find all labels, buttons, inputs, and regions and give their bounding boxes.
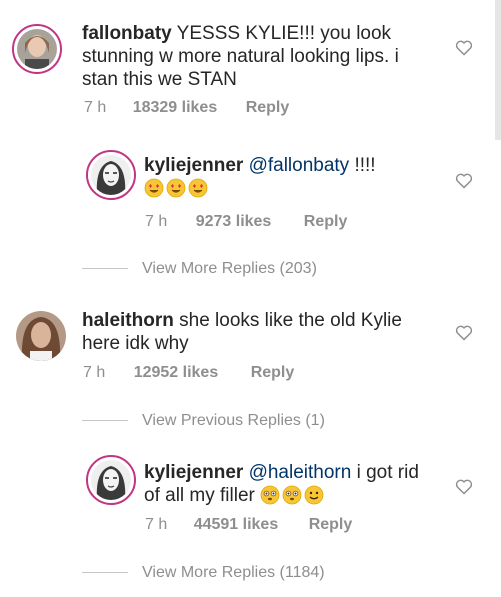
reply-button[interactable]: Reply xyxy=(309,516,353,534)
timestamp: 7 h xyxy=(145,516,168,533)
like-count[interactable]: 44591 likes xyxy=(194,516,279,534)
avatar[interactable] xyxy=(86,455,136,505)
heart-icon[interactable] xyxy=(455,173,473,189)
heart-eyes-emoji-icon xyxy=(144,178,164,198)
user-photo xyxy=(91,460,131,500)
heart-icon[interactable] xyxy=(455,40,473,56)
thread-divider xyxy=(82,420,128,422)
slight-smile-emoji-icon xyxy=(304,485,324,505)
flushed-emoji-icon xyxy=(260,485,280,505)
timestamp: 7 h xyxy=(145,213,168,230)
reply-button[interactable]: Reply xyxy=(251,364,295,382)
user-photo xyxy=(17,29,57,69)
username[interactable]: haleithorn xyxy=(82,310,174,331)
view-more-replies-label: View More Replies (203) xyxy=(142,260,317,277)
thread-divider xyxy=(82,268,128,270)
scrollbar[interactable] xyxy=(495,0,501,140)
heart-eyes-emoji-icon xyxy=(166,178,186,198)
username[interactable]: kyliejenner xyxy=(144,155,243,176)
avatar[interactable] xyxy=(16,311,66,361)
thread-divider xyxy=(82,572,128,574)
like-count[interactable]: 12952 likes xyxy=(134,364,219,382)
comment-body: kyliejenner @fallonbaty !!!! xyxy=(144,154,434,200)
avatar[interactable] xyxy=(12,24,62,74)
like-count[interactable]: 9273 likes xyxy=(196,213,272,231)
comment-meta: 7 h 12952 likes Reply xyxy=(83,364,294,382)
like-count[interactable]: 18329 likes xyxy=(133,99,218,117)
heart-icon[interactable] xyxy=(455,325,473,341)
comment-body: haleithorn she looks like the old Kylie … xyxy=(82,309,427,355)
reply-button[interactable]: Reply xyxy=(246,99,290,117)
view-previous-replies-label: View Previous Replies (1) xyxy=(142,412,325,429)
comment-body: kyliejenner @haleithorn i got rid of all… xyxy=(144,461,434,507)
avatar[interactable] xyxy=(86,150,136,200)
comment-body: fallonbaty YESSS KYLIE!!! you look stunn… xyxy=(82,22,427,91)
reply-button[interactable]: Reply xyxy=(304,213,348,231)
mention-link[interactable]: @fallonbaty xyxy=(249,155,350,176)
timestamp: 7 h xyxy=(83,364,106,381)
view-more-replies-link[interactable]: View More Replies (1184) xyxy=(82,564,325,582)
comment-meta: 7 h 9273 likes Reply xyxy=(145,213,347,231)
heart-eyes-emoji-icon xyxy=(188,178,208,198)
comment-meta: 7 h 18329 likes Reply xyxy=(84,99,289,117)
heart-icon[interactable] xyxy=(455,479,473,495)
view-more-replies-link[interactable]: View More Replies (203) xyxy=(82,260,317,278)
username[interactable]: kyliejenner xyxy=(144,462,243,483)
user-photo xyxy=(91,155,131,195)
user-photo xyxy=(16,311,66,361)
mention-link[interactable]: @haleithorn xyxy=(249,462,352,483)
comment-text: !!!! xyxy=(349,155,376,176)
comment-meta: 7 h 44591 likes Reply xyxy=(145,516,352,534)
view-previous-replies-link[interactable]: View Previous Replies (1) xyxy=(82,412,325,430)
timestamp: 7 h xyxy=(84,99,107,116)
flushed-emoji-icon xyxy=(282,485,302,505)
view-more-replies-label: View More Replies (1184) xyxy=(142,564,325,581)
username[interactable]: fallonbaty xyxy=(82,23,172,44)
